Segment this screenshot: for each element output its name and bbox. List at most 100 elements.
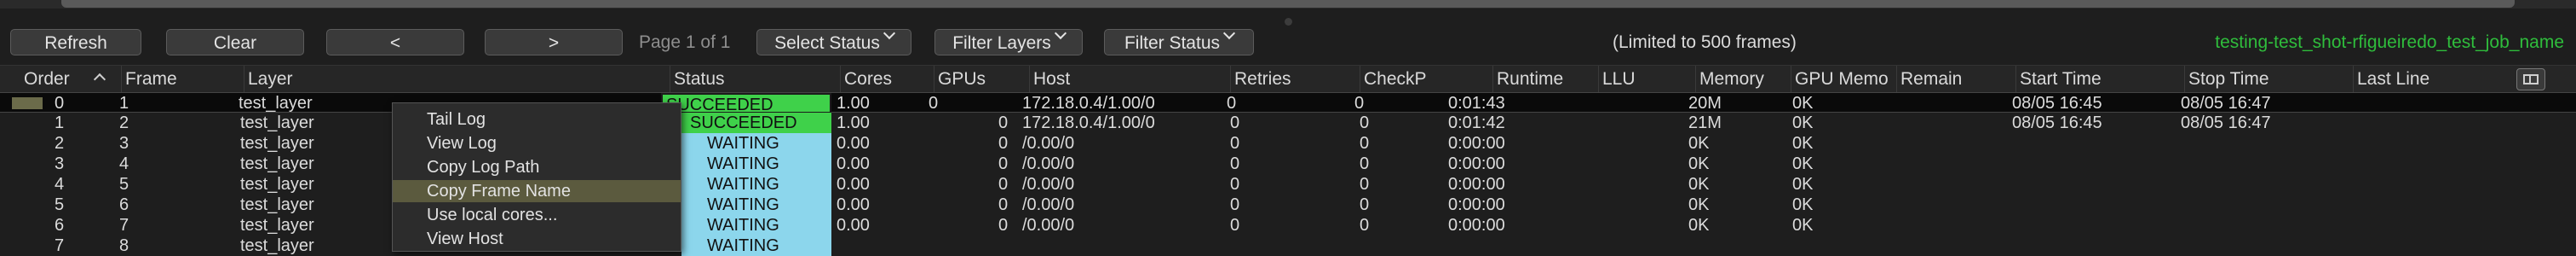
- gpus-cell: 0: [998, 175, 1009, 194]
- filter-layers-dropdown[interactable]: Filter Layers: [934, 26, 1083, 55]
- gpus-cell: 0: [998, 113, 1009, 132]
- filter-status-dropdown[interactable]: Filter Status: [1104, 26, 1254, 55]
- host-cell: 172.18.0.4/1.00/0: [1022, 113, 1155, 132]
- menu-item-view-host[interactable]: View Host: [393, 228, 681, 250]
- order-cell: 7: [55, 236, 65, 255]
- gpus-cell: 0: [998, 154, 1009, 173]
- chevron-down-icon: [1054, 26, 1067, 40]
- layer-cell: test_layer: [240, 113, 314, 132]
- layer-cell: test_layer: [240, 154, 314, 173]
- chevron-down-icon: [883, 26, 895, 40]
- status-cell: WAITING: [681, 174, 831, 195]
- gpu-memory-cell: 0K: [1792, 175, 1814, 194]
- scrollbar-thumb[interactable]: [61, 0, 2515, 8]
- context-menu: Tail Log View Log Copy Log Path Copy Fra…: [392, 102, 681, 252]
- status-cell: WAITING: [681, 133, 831, 154]
- gpu-memory-cell: 0K: [1792, 195, 1814, 214]
- table-row[interactable]: 5 6 test_layer WAITING 0.00 0 /0.00/0 0 …: [0, 195, 2576, 215]
- retries-cell: 0: [1230, 154, 1240, 173]
- order-cell: 6: [55, 216, 65, 235]
- memory-cell: 20M: [1688, 94, 1722, 113]
- status-cell: SUCCEEDED: [681, 113, 831, 133]
- gpus-cell: 0: [998, 195, 1009, 214]
- gpu-memory-cell: 0K: [1792, 216, 1814, 235]
- status-cell: WAITING: [681, 154, 831, 174]
- retries-cell: 0: [1230, 216, 1240, 235]
- column-header-memory[interactable]: Memory: [1695, 66, 1791, 92]
- select-status-label: Select Status: [774, 33, 880, 53]
- frame-cell: 7: [119, 216, 129, 235]
- column-header-runtime[interactable]: Runtime: [1492, 66, 1598, 92]
- layer-cell: test_layer: [240, 216, 314, 235]
- memory-cell: 0K: [1688, 175, 1710, 194]
- status-cell: WAITING: [681, 195, 831, 215]
- frame-cell: 6: [119, 195, 129, 214]
- refresh-button[interactable]: Refresh: [10, 29, 141, 55]
- memory-cell: 0K: [1688, 154, 1710, 173]
- column-chooser-button[interactable]: [2516, 68, 2545, 90]
- table-row[interactable]: 6 7 test_layer WAITING 0.00 0 /0.00/0 0 …: [0, 215, 2576, 236]
- table-header: Order Frame Layer Status Cores GPUs Host…: [0, 65, 2576, 93]
- column-header-status[interactable]: Status: [670, 66, 840, 92]
- clear-label: Clear: [213, 33, 257, 53]
- layer-cell: test_layer: [240, 175, 314, 194]
- column-header-checkp[interactable]: CheckP: [1360, 66, 1492, 92]
- table-row[interactable]: 1 2 test_layer SUCCEEDED 1.00 0 172.18.0…: [0, 113, 2576, 133]
- checkp-cell: 0: [1360, 216, 1370, 235]
- gpu-memory-cell: 0K: [1792, 94, 1814, 113]
- frame-cell: 5: [119, 175, 129, 194]
- host-cell: /0.00/0: [1022, 175, 1075, 194]
- stop-time-cell: 08/05 16:47: [2181, 94, 2271, 113]
- stop-time-cell: 08/05 16:47: [2181, 113, 2271, 132]
- column-header-gpus[interactable]: GPUs: [934, 66, 1029, 92]
- menu-item-copy-frame-name[interactable]: Copy Frame Name: [393, 180, 681, 202]
- host-cell: /0.00/0: [1022, 216, 1075, 235]
- previous-label: <: [389, 33, 401, 53]
- table-row[interactable]: 0 1 test_layer SUCCEEDED 1.00 0 172.18.0…: [0, 92, 2576, 113]
- next-page-button[interactable]: >: [485, 29, 623, 55]
- table-row[interactable]: 2 3 test_layer WAITING 0.00 0 /0.00/0 0 …: [0, 133, 2576, 154]
- column-header-gpu-memory[interactable]: GPU Memo: [1791, 66, 1896, 92]
- column-header-llu[interactable]: LLU: [1598, 66, 1695, 92]
- select-status-dropdown[interactable]: Select Status: [756, 26, 911, 55]
- cores-cell: 0.00: [837, 175, 870, 194]
- column-header-remain[interactable]: Remain: [1896, 66, 2015, 92]
- order-cell: 5: [55, 195, 65, 214]
- column-header-retries[interactable]: Retries: [1230, 66, 1360, 92]
- column-header-start-time[interactable]: Start Time: [2015, 66, 2184, 92]
- column-header-host[interactable]: Host: [1029, 66, 1230, 92]
- frame-cell: 2: [119, 113, 129, 132]
- frame-cell: 3: [119, 134, 129, 153]
- layer-cell: test_layer: [239, 94, 313, 113]
- previous-page-button[interactable]: <: [326, 29, 464, 55]
- gpu-memory-cell: 0K: [1792, 154, 1814, 173]
- menu-item-copy-log-path[interactable]: Copy Log Path: [393, 156, 681, 178]
- start-time-cell: 08/05 16:45: [2012, 113, 2102, 132]
- layer-cell: test_layer: [240, 195, 314, 214]
- chevron-down-icon: [1222, 26, 1236, 40]
- host-cell: /0.00/0: [1022, 195, 1075, 214]
- clear-button[interactable]: Clear: [166, 29, 304, 55]
- column-header-frame[interactable]: Frame: [121, 66, 244, 92]
- memory-cell: 21M: [1688, 113, 1722, 132]
- memory-cell: 0K: [1688, 216, 1710, 235]
- splitter-handle[interactable]: [1285, 18, 1292, 26]
- frames-table: 0 1 test_layer SUCCEEDED 1.00 0 172.18.0…: [0, 92, 2576, 256]
- table-row[interactable]: 3 4 test_layer WAITING 0.00 0 /0.00/0 0 …: [0, 154, 2576, 174]
- column-header-last-line[interactable]: Last Line: [2353, 66, 2513, 92]
- menu-item-tail-log[interactable]: Tail Log: [393, 108, 681, 131]
- order-cell: 3: [55, 154, 65, 173]
- gpus-cell: 0: [998, 216, 1009, 235]
- column-header-layer[interactable]: Layer: [244, 66, 670, 92]
- table-row[interactable]: 7 8 test_layer WAITING: [0, 236, 2576, 256]
- top-scrollbar[interactable]: [0, 0, 2576, 9]
- menu-item-view-log[interactable]: View Log: [393, 132, 681, 154]
- menu-item-use-local-cores[interactable]: Use local cores...: [393, 204, 681, 226]
- table-row[interactable]: 4 5 test_layer WAITING 0.00 0 /0.00/0 0 …: [0, 174, 2576, 195]
- order-cell: 4: [55, 175, 65, 194]
- runtime-cell: 0:00:00: [1448, 154, 1505, 173]
- frame-cell: 4: [119, 154, 129, 173]
- column-header-stop-time[interactable]: Stop Time: [2184, 66, 2353, 92]
- checkp-cell: 0: [1360, 134, 1370, 153]
- column-header-cores[interactable]: Cores: [840, 66, 934, 92]
